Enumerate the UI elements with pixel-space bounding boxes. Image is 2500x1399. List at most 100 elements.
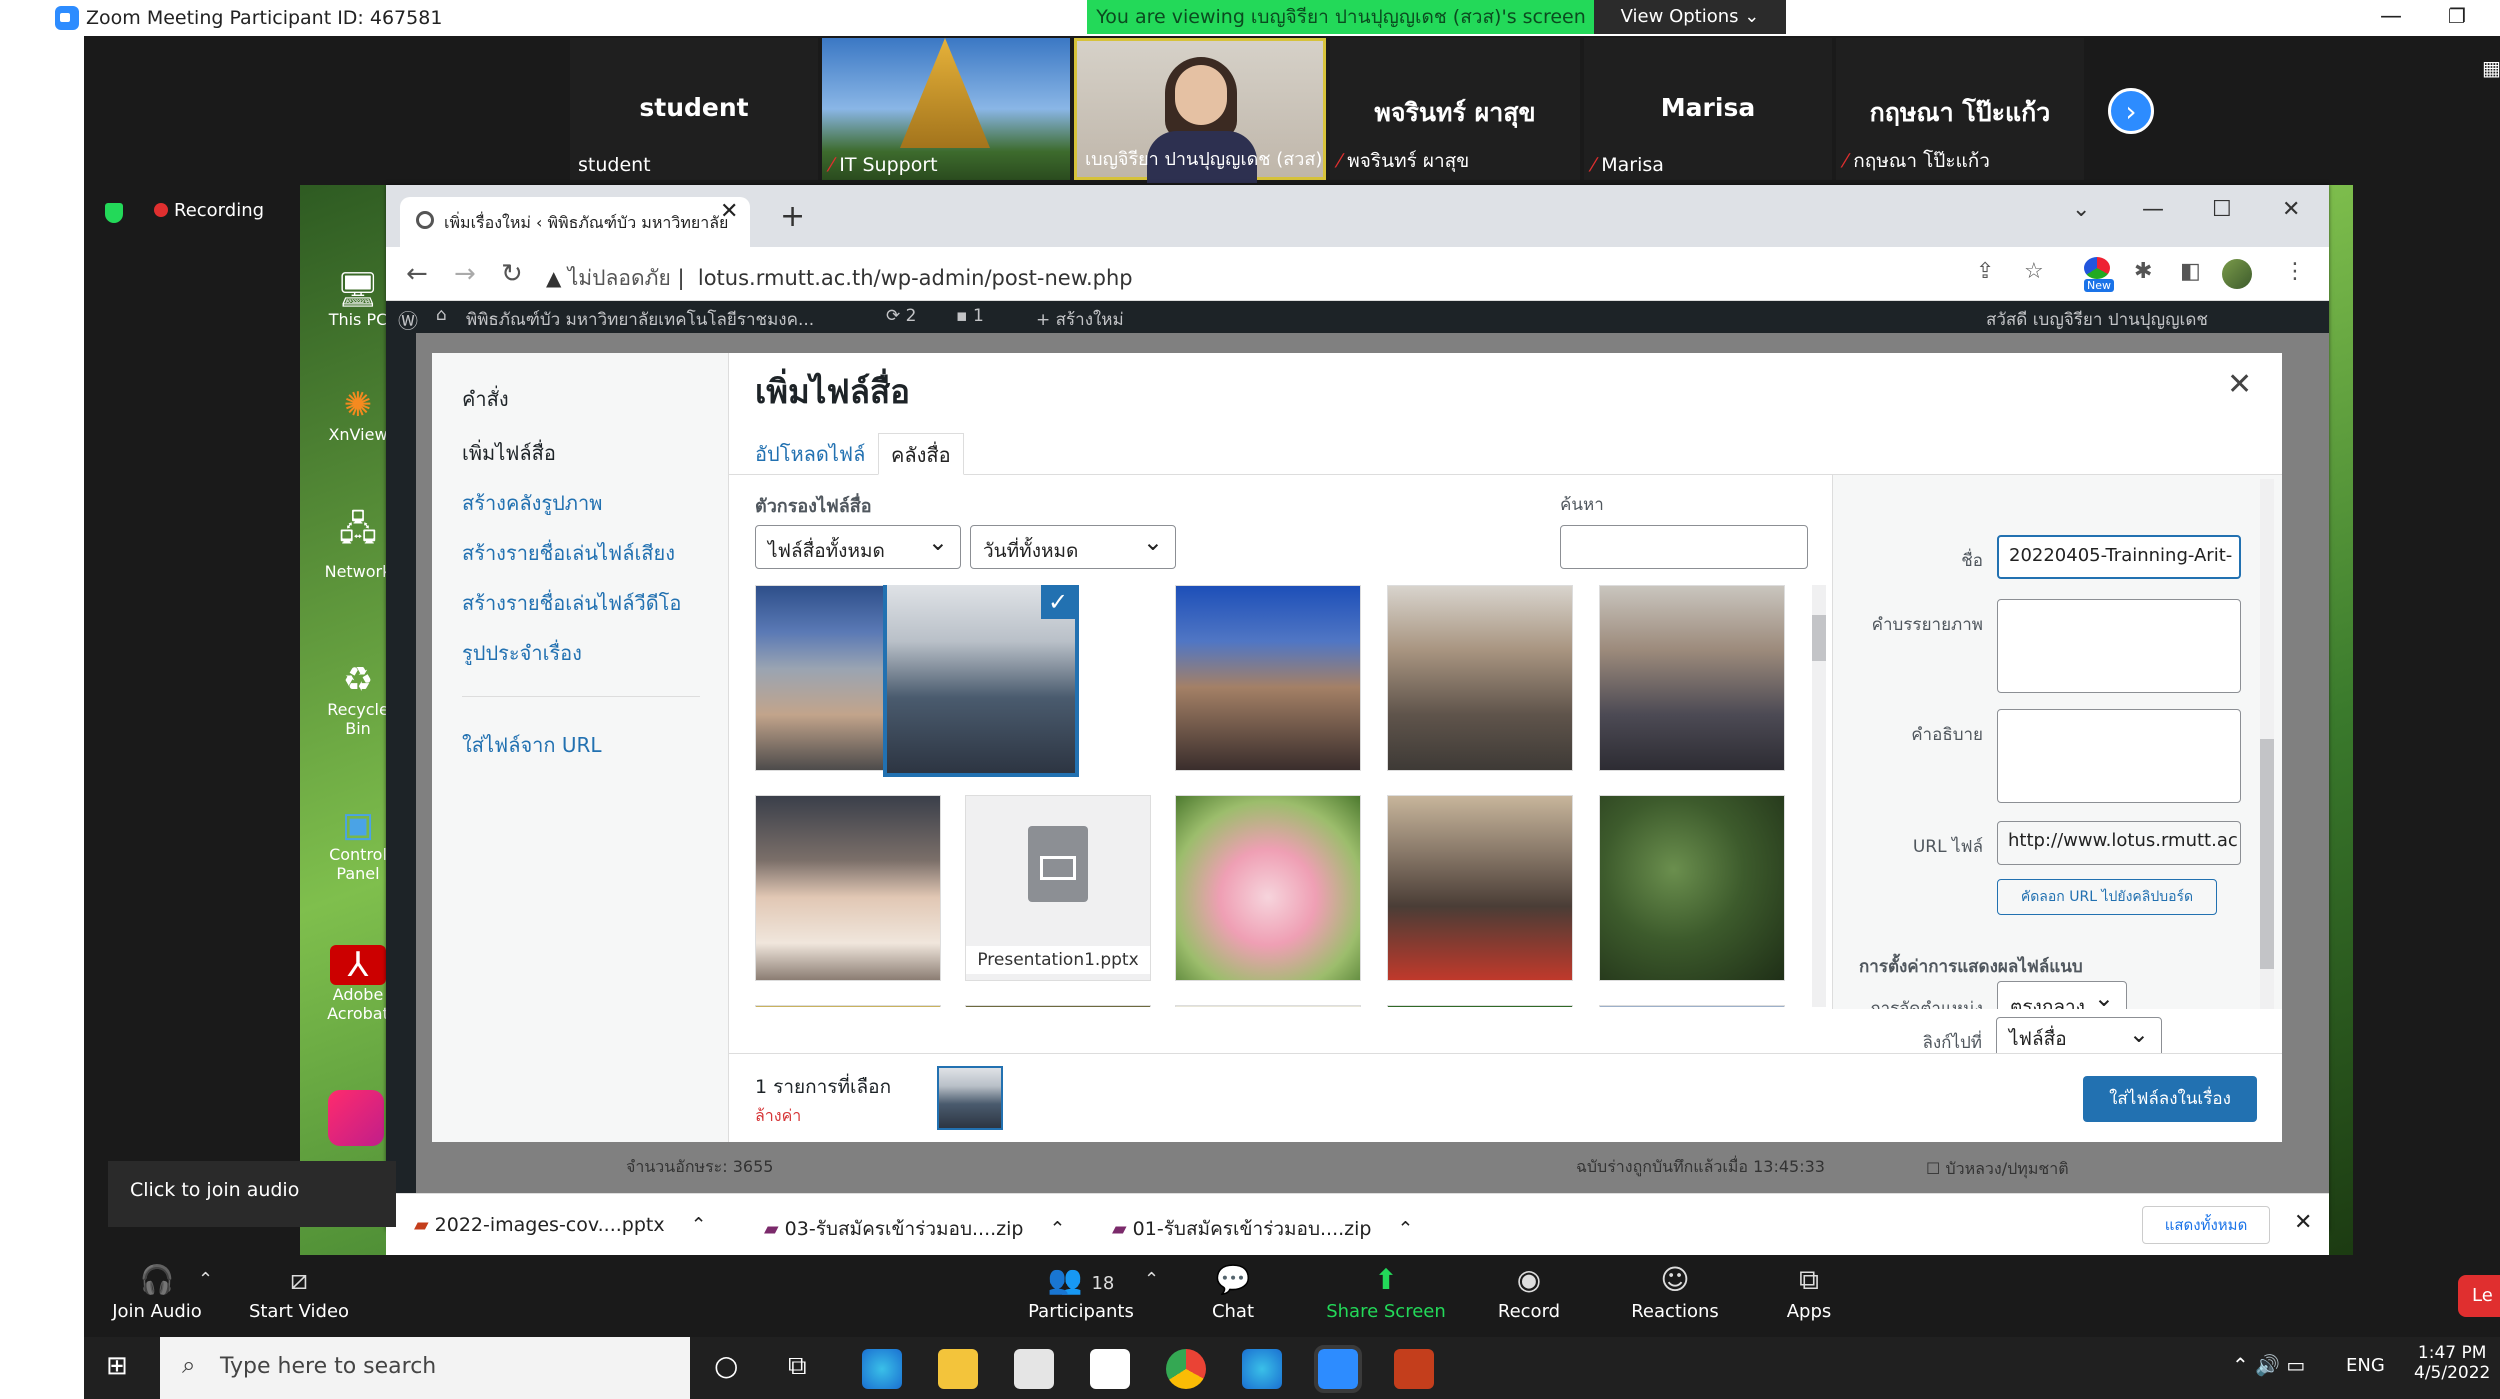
download-item[interactable]: ▰ 03-รับสมัครเข้าร่วมอบ....zip ⌃ [764, 1214, 1065, 1244]
leave-button[interactable]: Le [2458, 1275, 2500, 1317]
wp-greeting[interactable]: สวัสดี เบญจิรียา ปานปุญญเดช [1986, 306, 2208, 333]
system-tray-icons[interactable]: ⌃ 🔊 ▭ [2232, 1353, 2305, 1377]
share-screen-button[interactable]: ⬆ Share Screen [1306, 1263, 1466, 1322]
attachment-thumb-selected[interactable]: ✓ [883, 585, 1079, 777]
close-icon[interactable]: ✕ [2294, 1210, 2312, 1235]
extension-new-icon[interactable]: New [2084, 257, 2114, 292]
attachment-thumb[interactable] [755, 1005, 941, 1007]
store-icon[interactable] [1014, 1349, 1054, 1389]
participants-caret-icon[interactable]: ⌃ [1144, 1269, 1159, 1290]
side-panel-icon[interactable]: ◧ [2180, 259, 2201, 284]
wp-site-name[interactable]: พิพิธภัณฑ์บัว มหาวิทยาลัยเทคโนโลยีราชมงค… [466, 306, 814, 333]
tab-search-icon[interactable]: ⌄ [2072, 197, 2090, 222]
download-item[interactable]: ▰ 01-รับสมัครเข้าร่วมอบ....zip ⌃ [1112, 1214, 1413, 1244]
participant-tile-active[interactable]: เบญจิรียา ปานปุญญเดช (สวส) [1074, 38, 1326, 183]
filter-type-select[interactable]: ไฟล์สื่อทั้งหมด [755, 525, 961, 569]
attachment-thumb[interactable] [1599, 1005, 1785, 1007]
attachment-thumb[interactable] [1175, 585, 1361, 771]
new-tab-icon[interactable]: + [780, 199, 805, 234]
participants-button[interactable]: 👥 18 Participants [1006, 1263, 1156, 1322]
attachment-thumb[interactable] [1175, 795, 1361, 981]
task-view-icon[interactable]: ⧉ [788, 1351, 807, 1382]
description-textarea[interactable] [1997, 709, 2241, 803]
attachment-thumb[interactable] [1387, 1005, 1573, 1007]
taskbar-clock[interactable]: 1:47 PM 4/5/2022 [2414, 1343, 2490, 1383]
wp-new-menu[interactable]: + สร้างใหม่ [1036, 306, 1124, 333]
caption-textarea[interactable] [1997, 599, 2241, 693]
attachment-thumb[interactable] [1175, 1005, 1361, 1007]
details-scrollbar-thumb[interactable] [2260, 739, 2274, 969]
minimize-icon[interactable]: — [2380, 4, 2402, 29]
insert-into-post-button[interactable]: ใส่ไฟล์ลงในเรื่อง [2083, 1076, 2257, 1122]
forward-arrow-icon[interactable]: → [454, 259, 476, 289]
menu-item-video-playlist[interactable]: สร้างรายชื่อเล่นไฟล์วีดีโอ [462, 587, 681, 619]
back-arrow-icon[interactable]: ← [406, 259, 428, 289]
apps-button[interactable]: ⧉ Apps [1744, 1263, 1874, 1322]
close-icon[interactable]: ✕ [2282, 197, 2300, 222]
profile-avatar[interactable] [2222, 259, 2252, 289]
grid-scrollbar-thumb[interactable] [1812, 615, 1826, 661]
link-to-select[interactable]: ไฟล์สื่อ [1996, 1017, 2162, 1057]
cortana-icon[interactable]: ○ [714, 1349, 738, 1382]
attachment-thumb[interactable] [1599, 585, 1785, 771]
menu-item-insert-url[interactable]: ใส่ไฟล์จาก URL [462, 729, 602, 761]
close-tab-icon[interactable]: ✕ [720, 199, 738, 224]
attachment-thumb[interactable] [965, 1005, 1151, 1007]
maximize-icon[interactable]: ☐ [2212, 197, 2232, 222]
attachment-thumb[interactable] [1387, 585, 1573, 771]
powerpoint-icon[interactable] [1394, 1349, 1434, 1389]
attachment-thumb[interactable] [1387, 795, 1573, 981]
share-icon[interactable]: ⇪ [1976, 259, 1994, 284]
menu-item-add-media[interactable]: เพิ่มไฟล์สื่อ [462, 437, 556, 469]
creative-cloud-icon[interactable] [328, 1090, 384, 1146]
menu-kebab-icon[interactable]: ⋮ [2284, 259, 2306, 284]
record-button[interactable]: ◉ Record [1464, 1263, 1594, 1322]
edge-icon[interactable] [862, 1349, 902, 1389]
category-row[interactable]: ☐ บัวหลวง/ปทุมชาติ [1926, 1157, 2069, 1182]
menu-item-create-gallery[interactable]: สร้างคลังรูปภาพ [462, 487, 602, 519]
view-options-button[interactable]: View Options ⌄ [1594, 0, 1786, 34]
chevron-up-icon[interactable]: ⌃ [691, 1214, 707, 1236]
minimize-icon[interactable]: — [2142, 197, 2164, 222]
download-item[interactable]: ▰ 2022-images-cov....pptx ⌃ [414, 1214, 707, 1236]
browser-tab[interactable]: เพิ่มเรื่องใหม่ ‹ พิพิธภัณฑ์บัว มหาวิทยา… [400, 197, 750, 247]
show-all-downloads-button[interactable]: แสดงทั้งหมด [2142, 1206, 2270, 1244]
bookmark-star-icon[interactable]: ☆ [2024, 259, 2044, 284]
chevron-up-icon[interactable]: ⌃ [1050, 1218, 1066, 1240]
attachment-thumb[interactable] [1599, 795, 1785, 981]
title-input[interactable]: 20220405-Trainning-Arit- [1997, 535, 2241, 579]
comments-count[interactable]: ▪ 1 [956, 306, 984, 326]
tab-media-library[interactable]: คลังสื่อ [878, 433, 964, 475]
participant-tile[interactable]: พจรินทร์ ผาสุข ⁄ พจรินทร์ ผาสุข [1330, 38, 1580, 180]
filter-date-select[interactable]: วันที่ทั้งหมด [970, 525, 1176, 569]
gallery-grid-icon[interactable]: ▦ [2482, 56, 2500, 80]
copy-url-button[interactable]: คัดลอก URL ไปยังคลิปบอร์ด [1997, 879, 2217, 915]
reload-icon[interactable]: ↻ [501, 259, 523, 289]
start-video-button[interactable]: ⧄ Start Video [234, 1263, 364, 1322]
join-audio-tooltip[interactable]: Click to join audio [108, 1161, 396, 1227]
file-explorer-icon[interactable] [938, 1349, 978, 1389]
participant-tile[interactable]: student student [570, 38, 818, 180]
chat-button[interactable]: 💬 Chat [1168, 1263, 1298, 1322]
alignment-select[interactable]: ตรงกลาง [1997, 981, 2127, 1009]
checkmark-icon[interactable]: ✓ [1041, 585, 1075, 619]
search-input[interactable] [1560, 525, 1808, 569]
taskbar-search-input[interactable]: ⌕ Type here to search [160, 1337, 690, 1399]
audio-options-caret-icon[interactable]: ⌃ [198, 1269, 213, 1290]
details-scrollbar[interactable] [2260, 479, 2274, 1009]
participant-tile[interactable]: Marisa ⁄ Marisa [1584, 38, 1832, 180]
extensions-puzzle-icon[interactable]: ✱ [2134, 259, 2152, 284]
close-icon[interactable]: ✕ [2227, 367, 2252, 402]
edge-beta-icon[interactable] [1242, 1349, 1282, 1389]
selection-thumb[interactable] [937, 1066, 1003, 1130]
grid-scrollbar[interactable] [1812, 585, 1826, 1007]
reactions-button[interactable]: ☺ Reactions [1610, 1263, 1740, 1322]
updates-count[interactable]: ⟳ 2 [886, 306, 916, 326]
restore-icon[interactable]: ❐ [2448, 4, 2466, 28]
attachment-thumb[interactable] [755, 795, 941, 981]
mail-icon[interactable] [1090, 1349, 1130, 1389]
file-url-input[interactable]: http://www.lotus.rmutt.ac [1997, 821, 2241, 865]
chevron-up-icon[interactable]: ⌃ [1398, 1218, 1414, 1240]
menu-item-featured-image[interactable]: รูปประจำเรื่อง [462, 637, 582, 669]
url-input[interactable]: ▲ ไม่ปลอดภัย | lotus.rmutt.ac.th/wp-admi… [546, 254, 1846, 294]
